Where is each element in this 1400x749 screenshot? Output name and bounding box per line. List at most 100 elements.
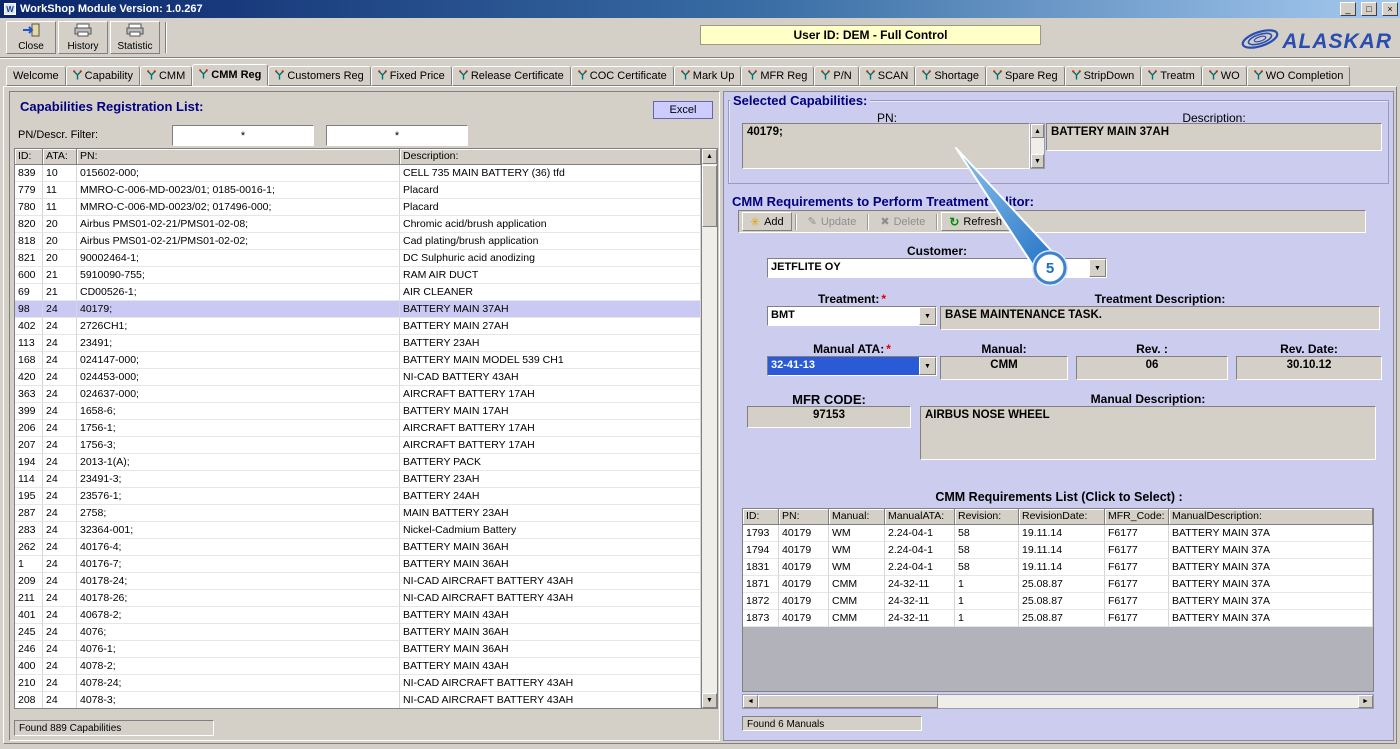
chevron-down-icon[interactable]: ▼ <box>1089 259 1106 277</box>
capability-row[interactable]: 400 24 4078-2; BATTERY MAIN 43AH <box>15 658 701 675</box>
description-filter-input[interactable] <box>326 125 468 146</box>
capability-row[interactable]: 780 11 MMRO-C-006-MD-0023/02; 017496-000; P… <box>15 199 701 216</box>
add-button[interactable]: ✳ Add <box>742 212 792 231</box>
delete-button[interactable]: ✖ Delete <box>872 212 934 231</box>
capability-row[interactable]: 283 24 32364-001; Nickel-Cadmium Battery <box>15 522 701 539</box>
column-header[interactable]: Manual: <box>829 509 885 525</box>
column-header[interactable]: ManualATA: <box>885 509 955 525</box>
capability-row[interactable]: 401 24 40678-2; BATTERY MAIN 43AH <box>15 607 701 624</box>
refresh-button[interactable]: ↻ Refresh <box>941 212 1010 231</box>
tab-capability[interactable]: Capability <box>65 66 140 86</box>
tab-treatm[interactable]: Treatm <box>1141 66 1202 86</box>
minimize-button[interactable]: _ <box>1339 2 1356 16</box>
tab-fixed-price[interactable]: Fixed Price <box>370 66 452 86</box>
scroll-left-icon[interactable]: ◄ <box>743 695 758 708</box>
tab-release-certificate[interactable]: Release Certificate <box>451 66 571 86</box>
capability-row[interactable]: 262 24 40176-4; BATTERY MAIN 36AH <box>15 539 701 556</box>
table-cell: 40179 <box>779 542 829 559</box>
tab-spare-reg[interactable]: Spare Reg <box>985 66 1065 86</box>
chevron-down-icon[interactable]: ▼ <box>919 357 936 375</box>
capability-row[interactable]: 245 24 4076; BATTERY MAIN 36AH <box>15 624 701 641</box>
capability-row[interactable]: 208 24 4078-3; NI-CAD AIRCRAFT BATTERY 43AH <box>15 692 701 708</box>
maximize-button[interactable]: □ <box>1360 2 1377 16</box>
capability-row[interactable]: 363 24 024637-000; AIRCRAFT BATTERY 17AH <box>15 386 701 403</box>
column-header[interactable]: ID: <box>743 509 779 525</box>
tab-wo[interactable]: WO <box>1201 66 1247 86</box>
capability-row[interactable]: 206 24 1756-1; AIRCRAFT BATTERY 17AH <box>15 420 701 437</box>
column-header[interactable]: PN: <box>77 149 400 165</box>
tab-cmm[interactable]: CMM <box>139 66 193 86</box>
capability-row[interactable]: 420 24 024453-000; NI-CAD BATTERY 43AH <box>15 369 701 386</box>
requirement-row[interactable]: 1871 40179 CMM 24-32-11 1 25.08.87 F6177 BATTER… <box>743 576 1373 593</box>
column-header[interactable]: RevisionDate: <box>1019 509 1105 525</box>
tab-wo-completion[interactable]: WO Completion <box>1246 66 1351 86</box>
tab-mfr-reg[interactable]: MFR Reg <box>741 66 815 86</box>
tab-scan[interactable]: SCAN <box>858 66 916 86</box>
scroll-up-icon[interactable]: ▲ <box>1031 124 1044 138</box>
column-header[interactable]: Description: <box>400 149 701 165</box>
requirement-row[interactable]: 1793 40179 WM 2.24-04-1 58 19.11.14 F6177 BATTE… <box>743 525 1373 542</box>
capability-row[interactable]: 211 24 40178-26; NI-CAD AIRCRAFT BATTERY 43… <box>15 590 701 607</box>
tab-cmm-reg[interactable]: CMM Reg <box>192 64 269 86</box>
scroll-down-icon[interactable]: ▼ <box>702 693 717 708</box>
requirement-row[interactable]: 1794 40179 WM 2.24-04-1 58 19.11.14 F6177 BATTE… <box>743 542 1373 559</box>
tab-customers-reg[interactable]: Customers Reg <box>268 66 371 86</box>
capability-row[interactable]: 821 20 90002464-1; DC Sulphuric acid anodiz… <box>15 250 701 267</box>
capability-row[interactable]: 399 24 1658-6; BATTERY MAIN 17AH <box>15 403 701 420</box>
requirement-row[interactable]: 1831 40179 WM 2.24-04-1 58 19.11.14 F6177 BATTE… <box>743 559 1373 576</box>
tab-p-n[interactable]: P/N <box>814 66 859 86</box>
capability-row[interactable]: 69 21 CD00526-1; AIR CLEANER <box>15 284 701 301</box>
capability-row[interactable]: 246 24 4076-1; BATTERY MAIN 36AH <box>15 641 701 658</box>
tab-welcome[interactable]: Welcome <box>6 66 66 86</box>
requirements-horizontal-scrollbar[interactable]: ◄ ► <box>742 694 1374 709</box>
excel-export-button[interactable]: Excel <box>653 101 713 119</box>
treatment-combobox[interactable]: BMT ▼ <box>767 306 937 326</box>
requirement-row[interactable]: 1872 40179 CMM 24-32-11 1 25.08.87 F6177 BATTER… <box>743 593 1373 610</box>
scrollbar-thumb[interactable] <box>702 165 717 227</box>
capability-row[interactable]: 287 24 2758; MAIN BATTERY 23AH <box>15 505 701 522</box>
scroll-right-icon[interactable]: ► <box>1358 695 1373 708</box>
capability-row[interactable]: 114 24 23491-3; BATTERY 23AH <box>15 471 701 488</box>
column-header[interactable]: ATA: <box>43 149 77 165</box>
capability-row[interactable]: 210 24 4078-24; NI-CAD AIRCRAFT BATTERY 43A… <box>15 675 701 692</box>
statistic-button[interactable]: Statistic <box>110 21 160 54</box>
capabilities-vertical-scrollbar[interactable]: ▲ ▼ <box>701 149 717 708</box>
column-header[interactable]: ID: <box>15 149 43 165</box>
tab-mark-up[interactable]: Mark Up <box>673 66 742 86</box>
capability-row[interactable]: 1 24 40176-7; BATTERY MAIN 36AH <box>15 556 701 573</box>
column-header[interactable]: MFR_Code: <box>1105 509 1169 525</box>
capability-row[interactable]: 600 21 5910090-755; RAM AIR DUCT <box>15 267 701 284</box>
capability-row[interactable]: 98 24 40179; BATTERY MAIN 37AH <box>15 301 701 318</box>
pn-filter-input[interactable] <box>172 125 314 146</box>
table-cell: 839 <box>15 165 43 182</box>
capability-row[interactable]: 402 24 2726CH1; BATTERY MAIN 27AH <box>15 318 701 335</box>
requirement-row[interactable]: 1873 40179 CMM 24-32-11 1 25.08.87 F6177 BATTER… <box>743 610 1373 627</box>
update-button[interactable]: ✎ Update <box>799 212 865 231</box>
column-header[interactable]: PN: <box>779 509 829 525</box>
capability-row[interactable]: 779 11 MMRO-C-006-MD-0023/01; 0185-0016-1;… <box>15 182 701 199</box>
column-header[interactable]: ManualDescription: <box>1169 509 1373 525</box>
capability-row[interactable]: 194 24 2013-1(A); BATTERY PACK <box>15 454 701 471</box>
tab-stripdown[interactable]: StripDown <box>1064 66 1142 86</box>
scroll-down-icon[interactable]: ▼ <box>1031 154 1044 168</box>
capability-row[interactable]: 818 20 Airbus PMS01-02-21/PMS01-02-02; Cad … <box>15 233 701 250</box>
capability-row[interactable]: 839 10 015602-000; CELL 735 MAIN BATTERY (3… <box>15 165 701 182</box>
scroll-up-icon[interactable]: ▲ <box>702 149 717 164</box>
column-header[interactable]: Revision: <box>955 509 1019 525</box>
history-button[interactable]: History <box>58 21 108 54</box>
close-window-button[interactable]: × <box>1382 2 1398 16</box>
customer-combobox[interactable]: JETFLITE OY ▼ <box>767 258 1107 278</box>
tab-coc-certificate[interactable]: COC Certificate <box>570 66 674 86</box>
scrollbar-thumb[interactable] <box>758 695 938 708</box>
capability-row[interactable]: 209 24 40178-24; NI-CAD AIRCRAFT BATTERY 43… <box>15 573 701 590</box>
capability-row[interactable]: 113 24 23491; BATTERY 23AH <box>15 335 701 352</box>
capability-row[interactable]: 195 24 23576-1; BATTERY 24AH <box>15 488 701 505</box>
capability-row[interactable]: 820 20 Airbus PMS01-02-21/PMS01-02-08; Chro… <box>15 216 701 233</box>
capability-row[interactable]: 207 24 1756-3; AIRCRAFT BATTERY 17AH <box>15 437 701 454</box>
close-button[interactable]: Close <box>6 21 56 54</box>
capability-row[interactable]: 168 24 024147-000; BATTERY MAIN MODEL 539 C… <box>15 352 701 369</box>
manual-ata-combobox[interactable]: 32-41-13 ▼ <box>767 356 937 376</box>
chevron-down-icon[interactable]: ▼ <box>919 307 936 325</box>
pn-field-scrollbar[interactable]: ▲ ▼ <box>1030 123 1045 169</box>
tab-shortage[interactable]: Shortage <box>915 66 986 86</box>
